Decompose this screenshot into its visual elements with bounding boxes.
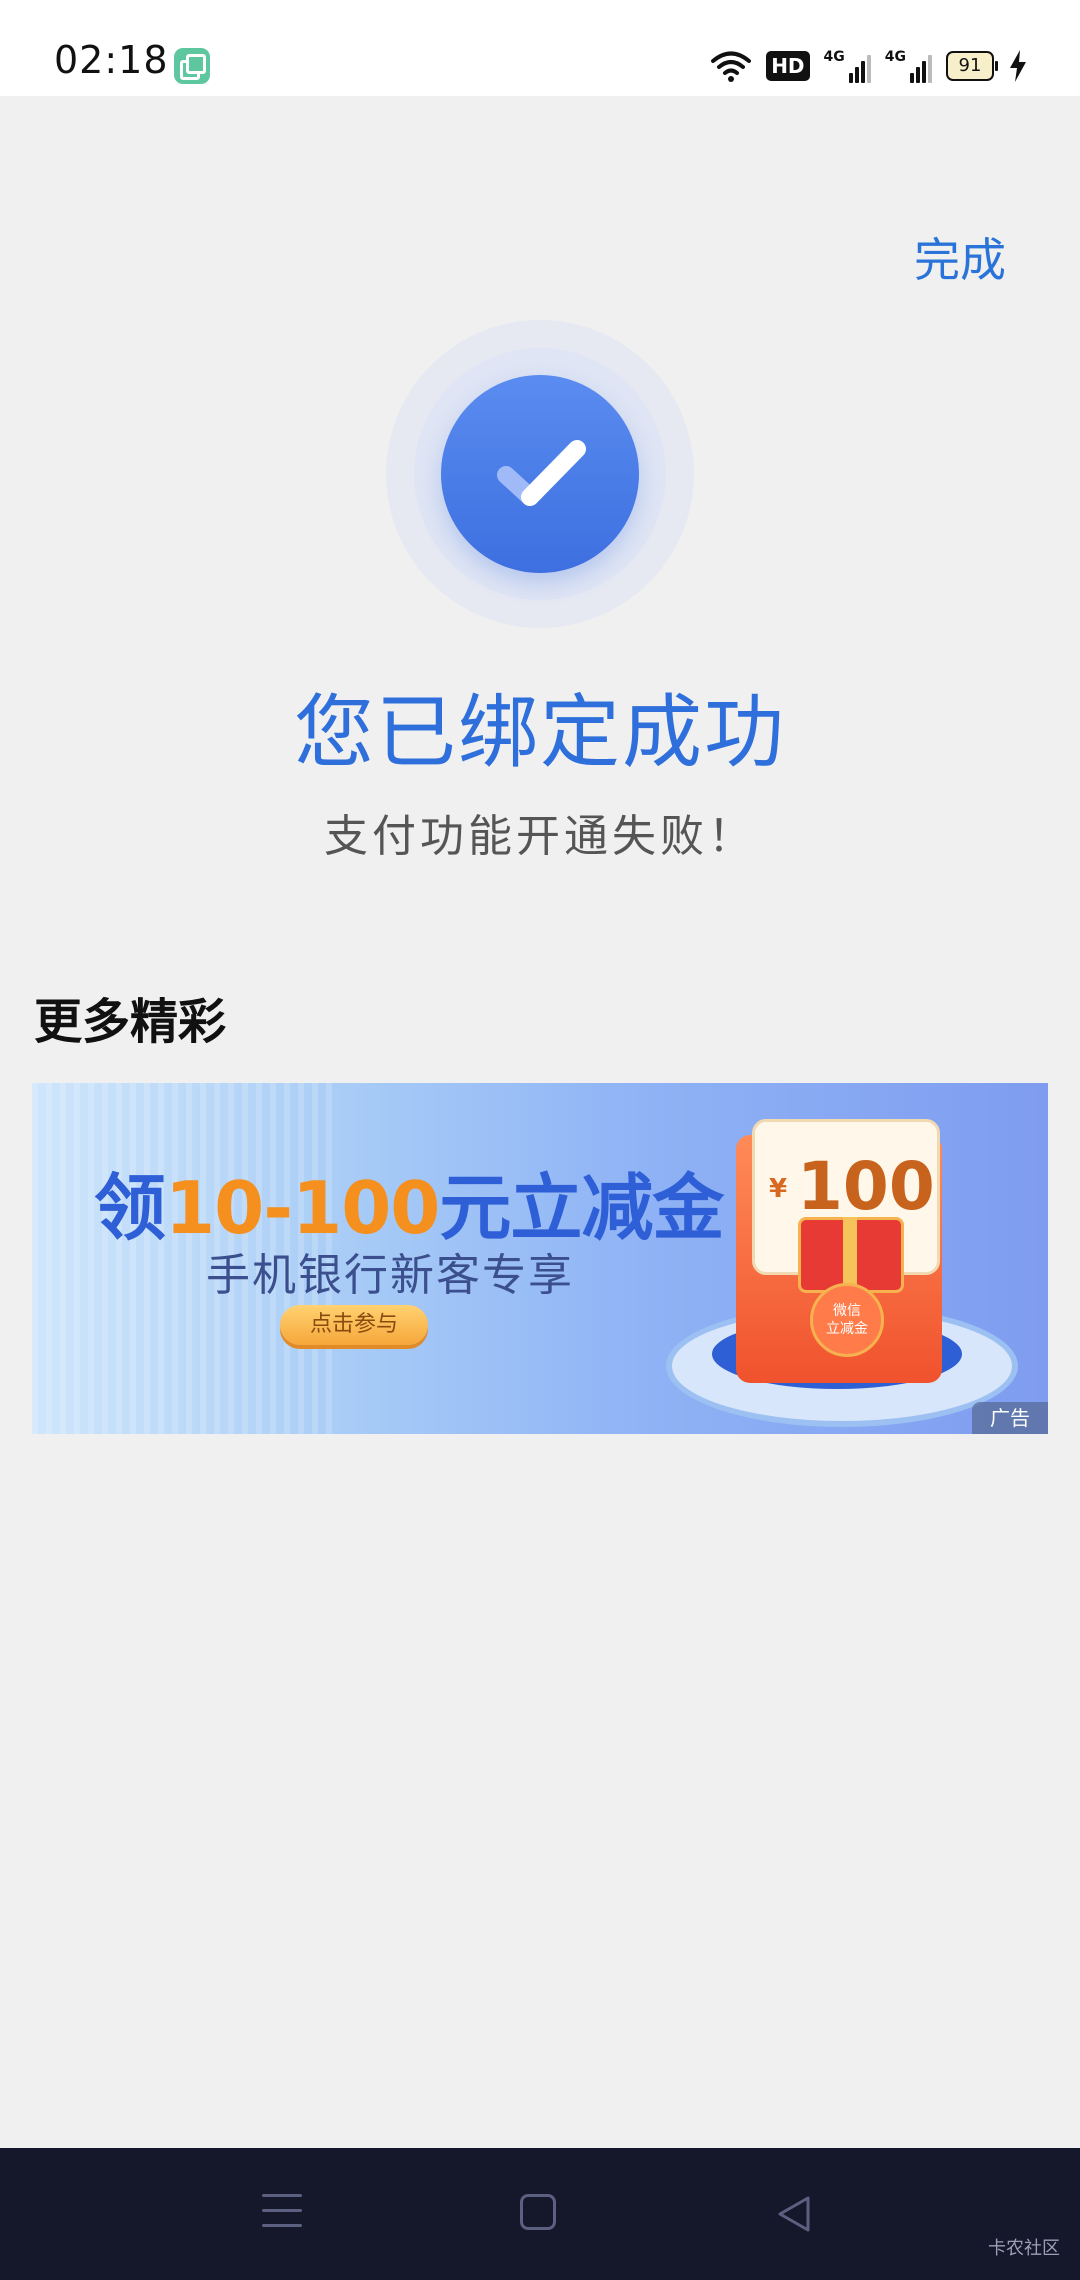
back-icon[interactable] [774, 2194, 814, 2234]
status-time: 02:18 [54, 38, 169, 82]
status-bar: 02:18 HD 4G 4G 91 [0, 0, 1080, 96]
app-notification-icon [174, 48, 210, 84]
check-circle-icon [441, 375, 639, 573]
voucher-seal-line: 微信 [833, 1303, 861, 1319]
banner-headline-highlight: 10-100 [165, 1166, 440, 1250]
voucher-seal-line: 立减金 [826, 1321, 868, 1337]
signal-icon: 4G [824, 49, 871, 83]
voucher-amount: 100 [797, 1148, 935, 1225]
home-icon[interactable] [520, 2194, 556, 2230]
done-button[interactable]: 完成 [914, 224, 1006, 290]
hd-icon: HD [766, 51, 810, 81]
watermark: 卡农社区 [988, 2238, 1060, 2259]
status-icons: HD 4G 4G 91 [710, 46, 1028, 86]
banner-cta-button[interactable]: 点击参与 [280, 1305, 428, 1345]
network-type-label: 4G [823, 49, 845, 65]
voucher-seal: 微信 立减金 [810, 1283, 884, 1357]
menu-icon[interactable] [262, 2194, 302, 2230]
ad-badge: 广告 [972, 1402, 1048, 1434]
result-subtitle: 支付功能开通失败！ [324, 811, 756, 862]
charging-icon [1010, 50, 1026, 82]
network-type-label: 4G [884, 49, 906, 65]
voucher-currency: ¥ [769, 1174, 788, 1204]
gift-box-icon [798, 1217, 904, 1293]
check-icon [497, 440, 586, 506]
battery-icon: 91 [946, 51, 998, 81]
section-title: 更多精彩 [34, 994, 227, 1050]
result-title: 您已绑定成功 [294, 686, 786, 779]
signal-icon: 4G [885, 49, 932, 83]
wifi-icon [711, 51, 752, 82]
banner-subtitle: 手机银行新客专享 [206, 1250, 574, 1301]
banner-headline-prefix: 领 [94, 1166, 166, 1250]
banner-headline-suffix: 元立减金 [439, 1166, 724, 1250]
system-nav-bar [0, 2148, 1080, 2280]
promo-banner[interactable]: 领10-100元立减金 手机银行新客专享 点击参与 ¥ 100 微信 立减金 广… [32, 1083, 1048, 1434]
